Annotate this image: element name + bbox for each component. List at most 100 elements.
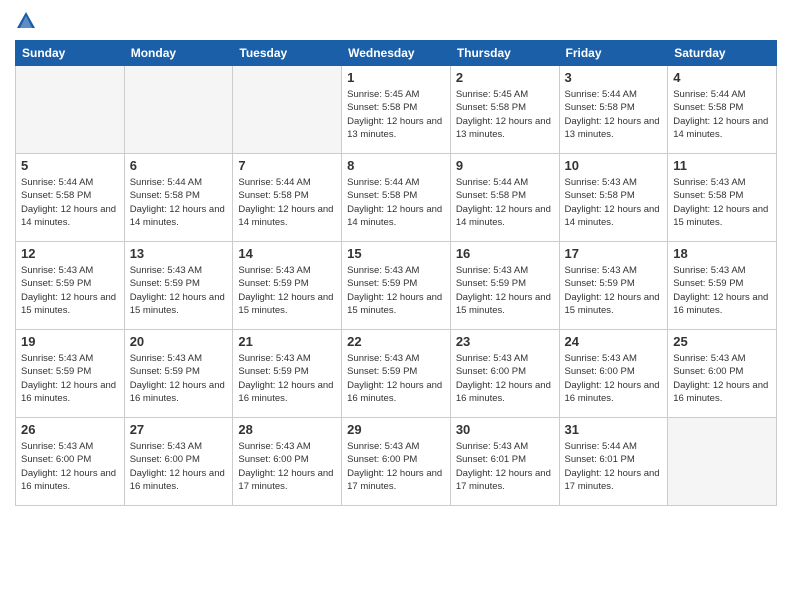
day-info: Sunrise: 5:43 AM Sunset: 5:59 PM Dayligh…	[347, 264, 445, 317]
day-number: 12	[21, 246, 119, 261]
day-number: 27	[130, 422, 228, 437]
day-number: 24	[565, 334, 663, 349]
day-info: Sunrise: 5:44 AM Sunset: 5:58 PM Dayligh…	[456, 176, 554, 229]
calendar-cell: 6Sunrise: 5:44 AM Sunset: 5:58 PM Daylig…	[124, 154, 233, 242]
day-number: 17	[565, 246, 663, 261]
day-info: Sunrise: 5:44 AM Sunset: 5:58 PM Dayligh…	[21, 176, 119, 229]
day-header-monday: Monday	[124, 41, 233, 66]
calendar-cell: 18 Sunrise: 5:43 AM Sunset: 5:59 PM Dayli…	[668, 242, 777, 330]
day-header-tuesday: Tuesday	[233, 41, 342, 66]
calendar-cell: 28 Sunrise: 5:43 AM Sunset: 6:00 PM Dayli…	[233, 418, 342, 506]
day-info: Sunrise: 5:44 AM Sunset: 5:58 PM Dayligh…	[238, 176, 336, 229]
day-number: 22	[347, 334, 445, 349]
calendar-table: SundayMondayTuesdayWednesdayThursdayFrid…	[15, 40, 777, 506]
day-number: 25	[673, 334, 771, 349]
day-header-friday: Friday	[559, 41, 668, 66]
calendar-cell: 7 Sunrise: 5:44 AM Sunset: 5:58 PM Daylig…	[233, 154, 342, 242]
calendar-header-row: SundayMondayTuesdayWednesdayThursdayFrid…	[16, 41, 777, 66]
day-info: Sunrise: 5:43 AM Sunset: 5:59 PM Dayligh…	[673, 264, 771, 317]
day-info: Sunrise: 5:43 AM Sunset: 5:58 PM Dayligh…	[565, 176, 663, 229]
calendar-cell	[233, 66, 342, 154]
day-info: Sunrise: 5:43 AM Sunset: 6:00 PM Dayligh…	[21, 440, 119, 493]
day-number: 4	[673, 70, 771, 85]
calendar-cell: 20 Sunrise: 5:43 AM Sunset: 5:59 PM Dayli…	[124, 330, 233, 418]
day-number: 26	[21, 422, 119, 437]
day-number: 30	[456, 422, 554, 437]
day-number: 7	[238, 158, 336, 173]
calendar-cell: 21Sunrise: 5:43 AM Sunset: 5:59 PM Dayli…	[233, 330, 342, 418]
logo-icon	[15, 10, 37, 32]
calendar-cell: 9 Sunrise: 5:44 AM Sunset: 5:58 PM Daylig…	[450, 154, 559, 242]
day-number: 29	[347, 422, 445, 437]
day-number: 5	[21, 158, 119, 173]
day-number: 3	[565, 70, 663, 85]
day-number: 23	[456, 334, 554, 349]
day-number: 16	[456, 246, 554, 261]
calendar-cell: 8 Sunrise: 5:44 AM Sunset: 5:58 PM Daylig…	[342, 154, 451, 242]
calendar-cell	[124, 66, 233, 154]
day-number: 1	[347, 70, 445, 85]
calendar-cell: 4Sunrise: 5:44 AM Sunset: 5:58 PM Daylig…	[668, 66, 777, 154]
calendar-cell: 1 Sunrise: 5:45 AM Sunset: 5:58 PM Daylig…	[342, 66, 451, 154]
calendar-cell: 13 Sunrise: 5:43 AM Sunset: 5:59 PM Dayli…	[124, 242, 233, 330]
day-info: Sunrise: 5:43 AM Sunset: 5:59 PM Dayligh…	[456, 264, 554, 317]
page-header	[15, 10, 777, 32]
calendar-cell: 30Sunrise: 5:43 AM Sunset: 6:01 PM Dayli…	[450, 418, 559, 506]
day-number: 9	[456, 158, 554, 173]
day-info: Sunrise: 5:43 AM Sunset: 6:00 PM Dayligh…	[347, 440, 445, 493]
day-number: 18	[673, 246, 771, 261]
calendar-cell: 11 Sunrise: 5:43 AM Sunset: 5:58 PM Dayli…	[668, 154, 777, 242]
day-info: Sunrise: 5:45 AM Sunset: 5:58 PM Dayligh…	[347, 88, 445, 141]
calendar-cell	[668, 418, 777, 506]
day-number: 10	[565, 158, 663, 173]
day-info: Sunrise: 5:44 AM Sunset: 6:01 PM Dayligh…	[565, 440, 663, 493]
week-row-1: 1 Sunrise: 5:45 AM Sunset: 5:58 PM Daylig…	[16, 66, 777, 154]
day-number: 11	[673, 158, 771, 173]
week-row-2: 5 Sunrise: 5:44 AM Sunset: 5:58 PM Daylig…	[16, 154, 777, 242]
day-number: 14	[238, 246, 336, 261]
week-row-5: 26 Sunrise: 5:43 AM Sunset: 6:00 PM Dayli…	[16, 418, 777, 506]
day-number: 19	[21, 334, 119, 349]
day-number: 20	[130, 334, 228, 349]
calendar-cell: 25 Sunrise: 5:43 AM Sunset: 6:00 PM Dayli…	[668, 330, 777, 418]
day-number: 13	[130, 246, 228, 261]
calendar-cell: 31 Sunrise: 5:44 AM Sunset: 6:01 PM Dayli…	[559, 418, 668, 506]
day-info: Sunrise: 5:44 AM Sunset: 5:58 PM Dayligh…	[565, 88, 663, 141]
day-number: 6	[130, 158, 228, 173]
calendar-cell: 15 Sunrise: 5:43 AM Sunset: 5:59 PM Dayli…	[342, 242, 451, 330]
day-info: Sunrise: 5:43 AM Sunset: 6:00 PM Dayligh…	[673, 352, 771, 405]
day-info: Sunrise: 5:43 AM Sunset: 5:58 PM Dayligh…	[673, 176, 771, 229]
calendar-cell: 27Sunrise: 5:43 AM Sunset: 6:00 PM Dayli…	[124, 418, 233, 506]
day-number: 28	[238, 422, 336, 437]
calendar-cell: 17Sunrise: 5:43 AM Sunset: 5:59 PM Dayli…	[559, 242, 668, 330]
day-info: Sunrise: 5:44 AM Sunset: 5:58 PM Dayligh…	[347, 176, 445, 229]
calendar-cell: 12 Sunrise: 5:43 AM Sunset: 5:59 PM Dayli…	[16, 242, 125, 330]
calendar-cell: 5 Sunrise: 5:44 AM Sunset: 5:58 PM Daylig…	[16, 154, 125, 242]
calendar-cell: 22 Sunrise: 5:43 AM Sunset: 5:59 PM Dayli…	[342, 330, 451, 418]
day-info: Sunrise: 5:43 AM Sunset: 5:59 PM Dayligh…	[130, 352, 228, 405]
calendar-cell: 14 Sunrise: 5:43 AM Sunset: 5:59 PM Dayli…	[233, 242, 342, 330]
calendar-cell: 19 Sunrise: 5:43 AM Sunset: 5:59 PM Dayli…	[16, 330, 125, 418]
calendar-cell: 2 Sunrise: 5:45 AM Sunset: 5:58 PM Daylig…	[450, 66, 559, 154]
calendar-cell: 3 Sunrise: 5:44 AM Sunset: 5:58 PM Daylig…	[559, 66, 668, 154]
day-info: Sunrise: 5:45 AM Sunset: 5:58 PM Dayligh…	[456, 88, 554, 141]
day-number: 31	[565, 422, 663, 437]
day-info: Sunrise: 5:43 AM Sunset: 5:59 PM Dayligh…	[347, 352, 445, 405]
calendar-cell: 29 Sunrise: 5:43 AM Sunset: 6:00 PM Dayli…	[342, 418, 451, 506]
day-number: 21	[238, 334, 336, 349]
day-number: 8	[347, 158, 445, 173]
calendar-cell: 16 Sunrise: 5:43 AM Sunset: 5:59 PM Dayli…	[450, 242, 559, 330]
day-header-sunday: Sunday	[16, 41, 125, 66]
day-info: Sunrise: 5:43 AM Sunset: 5:59 PM Dayligh…	[21, 264, 119, 317]
day-info: Sunrise: 5:43 AM Sunset: 6:00 PM Dayligh…	[238, 440, 336, 493]
day-number: 2	[456, 70, 554, 85]
day-info: Sunrise: 5:43 AM Sunset: 5:59 PM Dayligh…	[21, 352, 119, 405]
day-info: Sunrise: 5:43 AM Sunset: 6:00 PM Dayligh…	[565, 352, 663, 405]
day-info: Sunrise: 5:43 AM Sunset: 6:00 PM Dayligh…	[456, 352, 554, 405]
calendar-cell: 24 Sunrise: 5:43 AM Sunset: 6:00 PM Dayli…	[559, 330, 668, 418]
day-info: Sunrise: 5:43 AM Sunset: 5:59 PM Dayligh…	[130, 264, 228, 317]
logo	[15, 10, 41, 32]
week-row-3: 12 Sunrise: 5:43 AM Sunset: 5:59 PM Dayli…	[16, 242, 777, 330]
day-info: Sunrise: 5:43 AM Sunset: 5:59 PM Dayligh…	[238, 264, 336, 317]
day-number: 15	[347, 246, 445, 261]
